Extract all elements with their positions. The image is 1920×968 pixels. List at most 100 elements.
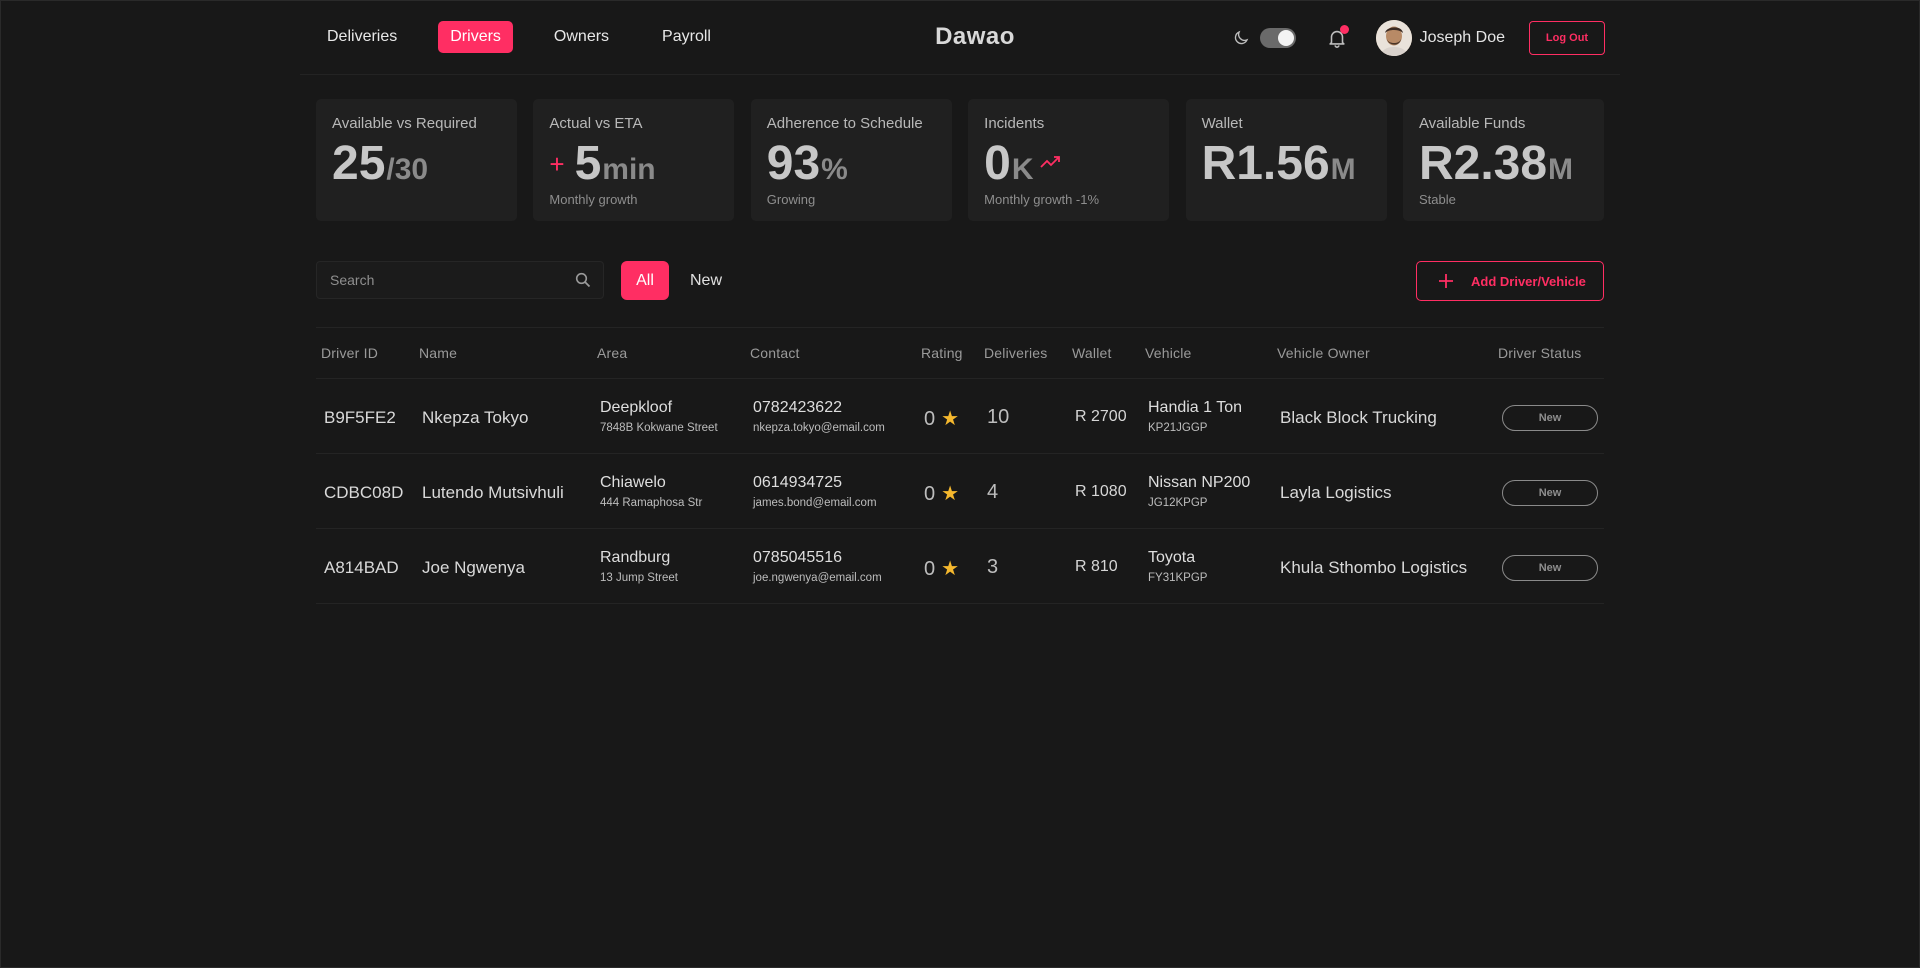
status-badge[interactable]: New [1502,480,1598,506]
stat-unit: M [1330,153,1356,186]
driver-name: Joe Ngwenya [422,558,526,577]
col-wallet[interactable]: Wallet [1072,345,1112,361]
vehicle-plate: KP21JGGP [1148,422,1208,434]
stat-subtitle: Monthly growth -1% [984,192,1100,207]
nav-item-owners[interactable]: Owners [542,21,621,53]
status-badge[interactable]: New [1502,405,1598,431]
stat-value: R2.38 M [1419,138,1588,190]
area-address: 13 Jump Street [600,572,678,584]
stat-unit: % [821,153,848,186]
drivers-table: Driver ID Name Area Contact Rating Deliv… [316,327,1604,604]
stat-subtitle: Growing [766,192,816,207]
nav-item-payroll[interactable]: Payroll [650,21,723,53]
stat-title: Incidents [984,115,1045,132]
contact-phone: 0782423622 [753,399,842,416]
contact-email[interactable]: james.bond@email.com [753,497,877,509]
area-name: Randburg [600,549,671,566]
stat-title: Wallet [1201,115,1243,132]
col-vehicle-owner[interactable]: Vehicle Owner [1277,345,1370,361]
vehicle-plate: FY31KPGP [1148,572,1208,584]
table-row[interactable]: B9F5FE2 Nkepza Tokyo Deepkloof 7848B Kok… [316,379,1604,454]
stat-title: Available Funds [1418,115,1526,132]
driver-id: A814BAD [324,558,399,577]
stat-number: 5 [574,137,602,190]
rating-value: 0 [924,483,936,505]
contact-phone: 0614934725 [753,474,842,491]
contact-phone: 0785045516 [753,549,842,566]
top-header: Deliveries Drivers Owners Payroll Dawao … [315,20,1605,56]
vehicle-name: Nissan NP200 [1148,474,1251,491]
wallet-amount: R 810 [1075,558,1118,575]
vehicle-plate: JG12KPGP [1148,497,1208,509]
notification-bell-icon[interactable] [1326,25,1349,49]
stat-card-available: Available vs Required 25 /30 [316,99,517,221]
table-header: Driver ID Name Area Contact Rating Deliv… [316,327,1604,379]
dark-mode-toggle[interactable] [1259,28,1296,48]
plus-icon [1437,272,1455,290]
vehicle-owner: Black Block Trucking [1280,408,1437,427]
col-driver-status[interactable]: Driver Status [1498,345,1582,361]
rating: 0 ★ [924,406,959,431]
rating-value: 0 [924,408,936,430]
logout-button[interactable]: Log Out [1529,21,1605,55]
notification-dot [1339,25,1349,34]
user-name[interactable]: Joseph Doe [1420,29,1505,47]
stats-row: Available vs Required 25 /30 Actual vs E… [316,99,1604,221]
vehicle-owner: Khula Sthombo Logistics [1280,558,1468,577]
col-driver-id[interactable]: Driver ID [321,345,378,361]
stat-subtitle: Stable [1418,192,1456,207]
trend-up-icon [1039,155,1062,174]
col-deliveries[interactable]: Deliveries [984,345,1047,361]
stat-number: 0 [984,137,1011,190]
add-button-label: Add Driver/Vehicle [1471,273,1586,289]
stat-card-eta: Actual vs ETA + 5 min Monthly growth [533,99,735,221]
nav-item-drivers[interactable]: Drivers [438,21,513,53]
stat-subtitle: Monthly growth [549,192,638,207]
col-area[interactable]: Area [597,345,627,361]
area-address: 444 Ramaphosa Str [600,497,703,509]
table-row[interactable]: CDBC08D Lutendo Mutsivhuli Chiawelo 444 … [316,454,1604,529]
status-badge[interactable]: New [1502,555,1598,581]
stat-card-funds: Available Funds R2.38 M Stable [1402,99,1604,221]
driver-name: Lutendo Mutsivhuli [422,483,564,502]
col-rating[interactable]: Rating [921,345,963,361]
nav-item-deliveries[interactable]: Deliveries [315,21,409,53]
avatar[interactable] [1375,20,1412,56]
contact-email[interactable]: nkepza.tokyo@email.com [753,422,885,434]
stat-value: 93 % [767,138,936,190]
stat-value: + 5 min [549,138,718,190]
stat-value: 25 /30 [332,138,501,190]
stat-card-wallet: Wallet R1.56 M [1185,99,1387,221]
stat-unit: M [1548,153,1574,186]
vehicle-name: Handia 1 Ton [1148,399,1242,416]
wallet-amount: R 2700 [1075,408,1127,425]
contact-email[interactable]: joe.ngwenya@email.com [753,572,882,584]
col-vehicle[interactable]: Vehicle [1145,345,1192,361]
area-address: 7848B Kokwane Street [600,422,718,434]
plus-icon: + [549,148,565,179]
table-row[interactable]: A814BAD Joe Ngwenya Randburg 13 Jump Str… [316,529,1604,604]
rating: 0 ★ [924,556,959,581]
filter-new-button[interactable]: New [690,261,722,300]
stat-unit: min [602,153,656,186]
header-divider [300,74,1620,75]
star-icon: ★ [941,483,960,505]
star-icon: ★ [941,558,960,580]
col-name[interactable]: Name [419,345,457,361]
stat-number: 93 [766,137,821,190]
driver-id: B9F5FE2 [324,408,396,427]
stat-number: 25 [332,137,386,190]
wallet-amount: R 1080 [1075,483,1127,500]
filter-all-button[interactable]: All [621,261,669,300]
stat-title: Adherence to Schedule [766,115,923,132]
stat-unit: /30 [386,153,429,186]
add-driver-vehicle-button[interactable]: Add Driver/Vehicle [1416,261,1604,301]
brand-logo: Dawao [935,23,1015,50]
stat-value: 0 K [984,138,1153,190]
search-icon[interactable] [575,272,591,288]
stat-card-incidents: Incidents 0 K Monthly growth -1% [968,99,1170,221]
deliveries-count: 4 [987,481,999,503]
col-contact[interactable]: Contact [750,345,800,361]
stat-number: R2.38 [1418,137,1548,190]
search-input[interactable] [330,262,560,298]
